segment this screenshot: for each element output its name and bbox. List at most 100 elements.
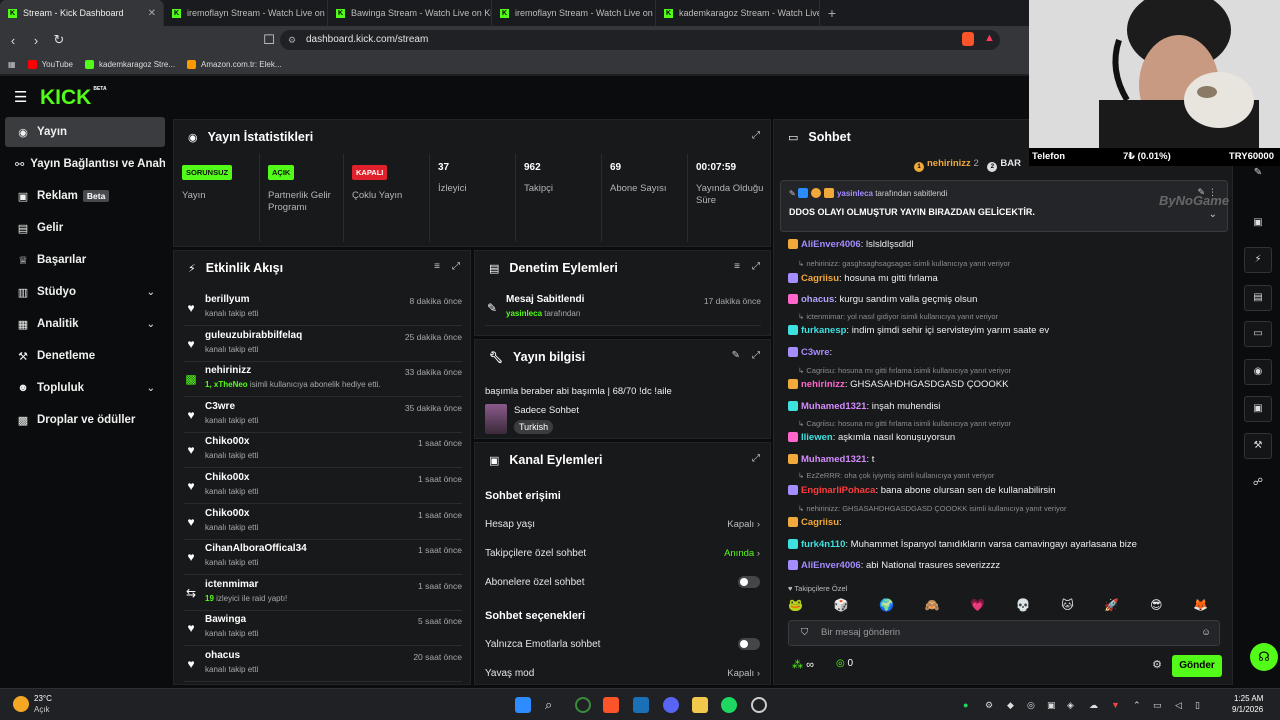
- tray-icon[interactable]: ⌃: [1133, 700, 1141, 711]
- sidebar-item-topluluk[interactable]: ☻ Topluluk ⌄: [5, 373, 165, 403]
- spotify-icon[interactable]: [721, 697, 737, 713]
- tab-kademkaragoz[interactable]: Kkademkaragoz Stream - Watch Live o: [656, 0, 820, 26]
- emote-only-toggle[interactable]: [738, 638, 760, 650]
- back-icon[interactable]: ‹: [3, 33, 23, 48]
- tray-icon[interactable]: ☁: [1089, 700, 1098, 711]
- obs-icon[interactable]: [751, 697, 767, 713]
- tray-icon[interactable]: ◈: [1067, 700, 1074, 711]
- account-age-row[interactable]: Hesap yaşı Kapalı ›: [485, 515, 760, 533]
- sidebar-item-gelir[interactable]: ▤ Gelir: [5, 213, 165, 243]
- chat-icon[interactable]: ▭: [1244, 321, 1272, 347]
- activity-user[interactable]: berillyum: [205, 294, 249, 305]
- chat-username[interactable]: Cagriisu: [801, 273, 839, 284]
- broadcast-icon[interactable]: ◉: [1244, 359, 1272, 385]
- support-icon[interactable]: ☊: [1250, 643, 1278, 671]
- expand-icon[interactable]: ⤢: [752, 130, 760, 141]
- activity-user[interactable]: Chiko00x: [205, 508, 249, 519]
- chevron-down-icon[interactable]: ⌄: [1209, 209, 1217, 220]
- emote-icon[interactable]: 🌍: [879, 598, 894, 612]
- search-icon[interactable]: ⌕: [545, 697, 561, 713]
- activity-user[interactable]: Chiko00x: [205, 472, 249, 483]
- followers-only-row[interactable]: Takipçilere özel sohbet Anında ›: [485, 544, 760, 562]
- start-icon[interactable]: [515, 697, 531, 713]
- activity-user[interactable]: ictenmimar: [205, 579, 258, 590]
- activity-user[interactable]: C3wre: [205, 401, 235, 412]
- activity-user[interactable]: Chiko00x: [205, 436, 249, 447]
- emote-icon[interactable]: 🐱: [1061, 598, 1074, 612]
- emote-icon[interactable]: 😎: [1150, 598, 1163, 612]
- sidebar-item-denetleme[interactable]: ⚒ Denetleme: [5, 341, 165, 371]
- emote-icon[interactable]: 🙈: [925, 598, 940, 612]
- chat-username[interactable]: Muhamed1321: [801, 454, 866, 465]
- chat-username[interactable]: EnginarliPohaca: [801, 485, 875, 496]
- activity-user[interactable]: Bawinga: [205, 614, 246, 625]
- weather-icon[interactable]: [13, 696, 29, 712]
- edit-icon[interactable]: ✎: [732, 350, 740, 361]
- gear-icon[interactable]: ⚙: [1152, 658, 1162, 671]
- brave-icon[interactable]: [603, 697, 619, 713]
- category-name[interactable]: Sadece Sohbet: [514, 405, 579, 416]
- close-icon[interactable]: ✕: [148, 8, 156, 19]
- sidebar-item-reklam[interactable]: ▣ Reklam Beta: [5, 181, 165, 211]
- steam-icon[interactable]: [633, 697, 649, 713]
- battery-icon[interactable]: ▯: [1195, 700, 1200, 711]
- activity-user[interactable]: nehirinizz: [205, 365, 251, 376]
- network-icon[interactable]: ▭: [1153, 700, 1162, 711]
- sidebar-item-yayin[interactable]: ◉ Yayın: [5, 117, 165, 147]
- bookmark-amazon[interactable]: Amazon.com.tr: Elek...: [187, 59, 282, 69]
- discord-icon[interactable]: [663, 697, 679, 713]
- emote-icon[interactable]: 🦊: [1193, 598, 1208, 612]
- volume-icon[interactable]: ◁: [1175, 700, 1182, 711]
- subs-only-toggle[interactable]: [738, 576, 760, 588]
- sidebar-item-droplar[interactable]: ▩ Droplar ve ödüller: [5, 405, 165, 435]
- brave-shield-icon[interactable]: [962, 32, 974, 46]
- folder-icon[interactable]: [692, 697, 708, 713]
- channel-icon[interactable]: ▣: [1244, 396, 1272, 422]
- expand-icon[interactable]: ⤢: [752, 453, 760, 464]
- chat-username[interactable]: Cagriisu: [801, 517, 839, 528]
- more-icon[interactable]: ⋮: [1208, 187, 1217, 198]
- tray-icon[interactable]: ▼: [1111, 700, 1120, 710]
- forward-icon[interactable]: ›: [26, 33, 46, 48]
- filter-icon[interactable]: ≡: [734, 261, 740, 272]
- sidebar-item-basarilar[interactable]: ♕ Başarılar: [5, 245, 165, 275]
- expand-icon[interactable]: ⤢: [452, 261, 460, 272]
- clock-date[interactable]: 9/1/2026: [1232, 705, 1263, 714]
- tab-iremoflayn-2[interactable]: Kiremoflayn Stream - Watch Live on K: [492, 0, 656, 26]
- expand-icon[interactable]: ⤢: [752, 261, 760, 272]
- chat-input[interactable]: ⛉ Bir mesaj gönderin ☺: [788, 620, 1220, 646]
- chat-username[interactable]: furk4n110: [801, 539, 845, 550]
- new-tab-button[interactable]: +: [820, 0, 844, 26]
- emoji-icon[interactable]: ☺: [1201, 621, 1211, 645]
- top-gifter-name[interactable]: nehirinizz: [927, 158, 971, 169]
- kick-logo[interactable]: KICK BETA: [40, 86, 107, 110]
- second-gifter-name[interactable]: BAR: [1000, 158, 1021, 169]
- url-field[interactable]: ⚙ dashboard.kick.com/stream: [280, 30, 1000, 50]
- xbox-icon[interactable]: [575, 697, 591, 713]
- sidebar-item-stream-key[interactable]: ⚯ Yayın Bağlantısı ve Anahtarı: [5, 149, 165, 179]
- chat-username[interactable]: lliewen: [801, 432, 833, 443]
- bookmark-icon[interactable]: ☐: [259, 32, 279, 48]
- tab-iremoflayn[interactable]: Kiremoflayn Stream - Watch Live on K: [164, 0, 328, 26]
- chat-username[interactable]: C3wre: [801, 347, 830, 358]
- activity-user[interactable]: CihanAlboraOffical34: [205, 543, 307, 554]
- drops-icon[interactable]: ⁂ ∞: [792, 658, 814, 671]
- filter-icon[interactable]: ≡: [434, 261, 440, 272]
- chat-username[interactable]: AliEnver4006: [801, 239, 861, 250]
- tray-icon[interactable]: ◆: [1007, 700, 1014, 711]
- sidebar-item-analitik[interactable]: ▦ Analitik ⌄: [5, 309, 165, 339]
- points-icon[interactable]: ◎ 0: [836, 658, 853, 669]
- chat-username[interactable]: AliEnver4006: [801, 560, 861, 571]
- emote-icon[interactable]: 🐸: [788, 598, 803, 612]
- reload-icon[interactable]: ↻: [49, 32, 69, 48]
- clock-time[interactable]: 1:25 AM: [1234, 694, 1263, 703]
- tray-icon[interactable]: ⚙: [985, 700, 993, 711]
- sidebar-item-studyo[interactable]: ▥ Stüdyo ⌄: [5, 277, 165, 307]
- wrench-icon[interactable]: ⚒: [1244, 433, 1272, 459]
- tray-icon[interactable]: ◎: [1027, 700, 1035, 711]
- community-icon[interactable]: ☍: [1244, 471, 1272, 497]
- slow-mode-row[interactable]: Yavaş mod Kapalı ›: [485, 664, 760, 682]
- emote-icon[interactable]: 🎲: [834, 598, 849, 612]
- tray-icon[interactable]: ▣: [1047, 700, 1056, 711]
- spotify-tray-icon[interactable]: ●: [963, 700, 968, 710]
